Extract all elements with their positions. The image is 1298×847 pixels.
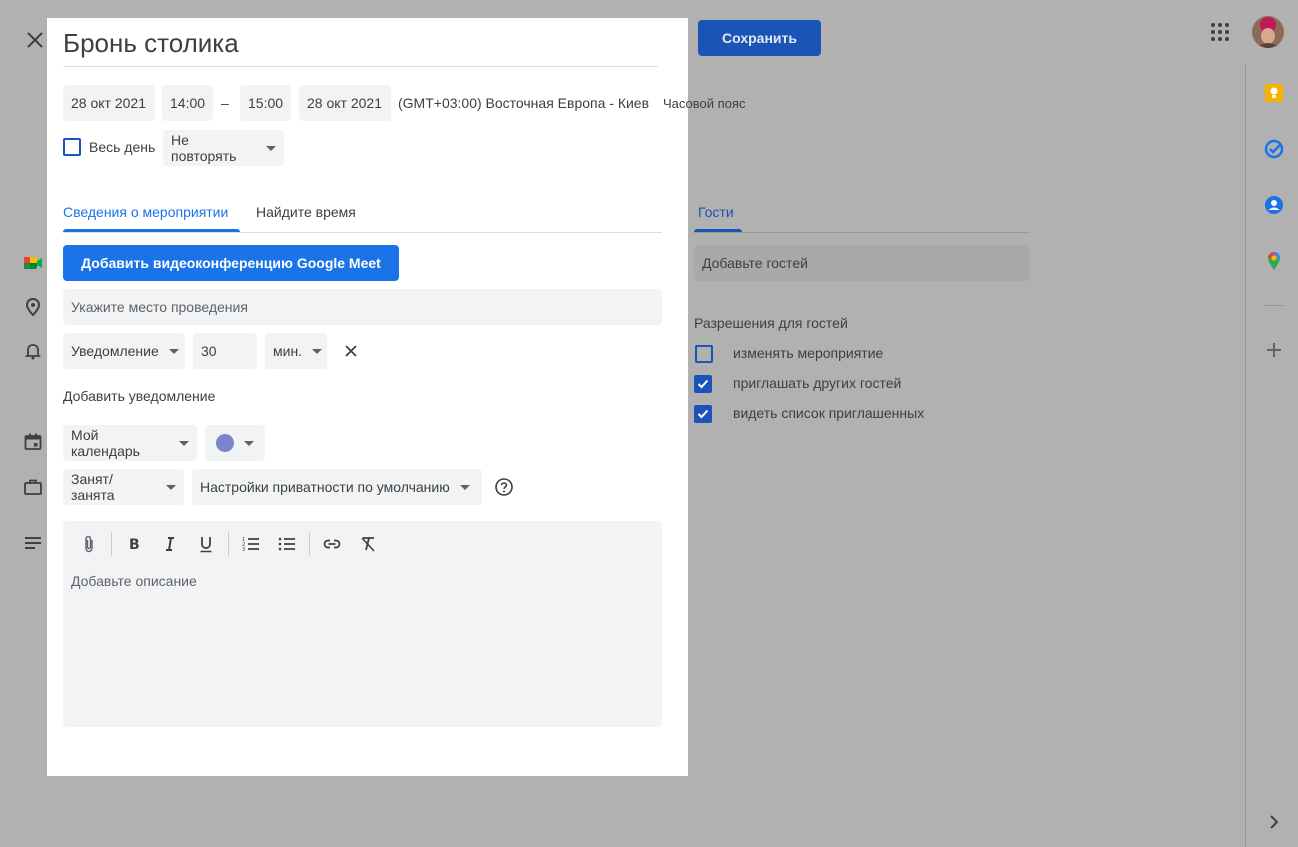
description-icon xyxy=(23,533,43,553)
timezone-label[interactable]: (GMT+03:00) Восточная Европа - Киев xyxy=(398,95,649,111)
permission-invite-checkbox[interactable] xyxy=(694,375,712,393)
remove-notification-icon[interactable] xyxy=(342,342,360,360)
notification-value-input[interactable]: 30 xyxy=(193,333,257,369)
numbered-list-icon[interactable]: 123 xyxy=(241,534,261,554)
location-icon xyxy=(23,297,43,317)
location-input[interactable]: Укажите место проведения xyxy=(63,289,662,325)
privacy-dropdown[interactable]: Настройки приватности по умолчанию xyxy=(192,469,482,505)
notification-bell-icon xyxy=(23,341,43,361)
toolbar-separator xyxy=(228,532,229,556)
calendar-dropdown[interactable]: Мой календарь xyxy=(63,425,197,461)
permission-see-list-checkbox[interactable] xyxy=(694,405,712,423)
calendar-value: Мой календарь xyxy=(71,427,140,459)
bulleted-list-icon[interactable] xyxy=(277,534,297,554)
chevron-down-icon xyxy=(459,484,470,490)
notification-unit-dropdown[interactable]: мин. xyxy=(265,333,327,369)
toolbar-separator xyxy=(309,532,310,556)
clear-formatting-icon[interactable] xyxy=(358,534,378,554)
google-meet-icon xyxy=(23,253,43,273)
busy-status-value: Занят/занята xyxy=(71,471,115,503)
underline-icon[interactable] xyxy=(196,534,216,554)
svg-text:B: B xyxy=(129,537,140,553)
save-button[interactable]: Сохранить xyxy=(698,20,821,56)
link-icon[interactable] xyxy=(322,534,342,554)
tabs-divider xyxy=(63,232,662,233)
permission-label: приглашать других гостей xyxy=(733,375,902,391)
time-range-dash: – xyxy=(221,95,229,111)
chevron-down-icon xyxy=(312,348,323,354)
notification-type-value: Уведомление xyxy=(71,343,159,359)
repeat-value: Не повторять xyxy=(171,132,237,164)
contacts-icon[interactable] xyxy=(1264,195,1284,215)
tab-guests[interactable]: Гости xyxy=(698,204,734,220)
avatar[interactable] xyxy=(1252,16,1284,48)
add-guests-input[interactable]: Добавьте гостей xyxy=(694,245,1030,281)
all-day-label: Весь день xyxy=(89,139,156,155)
event-title-input[interactable]: Бронь столика xyxy=(63,26,658,67)
end-date-field[interactable]: 28 окт 2021 xyxy=(299,85,391,121)
guests-divider xyxy=(694,232,1030,233)
rail-divider xyxy=(1264,305,1284,306)
add-addon-icon[interactable] xyxy=(1264,340,1284,360)
end-time-field[interactable]: 15:00 xyxy=(240,85,291,121)
help-icon[interactable] xyxy=(494,477,514,497)
permission-label: изменять мероприятие xyxy=(733,345,884,361)
add-notification-link[interactable]: Добавить уведомление xyxy=(63,388,215,404)
all-day-checkbox[interactable] xyxy=(63,138,81,156)
calendar-color-dropdown[interactable] xyxy=(205,425,265,461)
guest-permissions-title: Разрешения для гостей xyxy=(694,315,848,331)
start-time-field[interactable]: 14:00 xyxy=(162,85,213,121)
repeat-dropdown[interactable]: Не повторять xyxy=(163,130,284,166)
toolbar-separator xyxy=(111,532,112,556)
chevron-down-icon xyxy=(244,440,254,446)
tasks-icon[interactable] xyxy=(1264,139,1284,159)
start-date-field[interactable]: 28 окт 2021 xyxy=(63,85,155,121)
notification-unit-value: мин. xyxy=(273,343,303,359)
timezone-link[interactable]: Часовой пояс xyxy=(663,96,745,111)
keep-icon[interactable] xyxy=(1264,83,1284,103)
bold-icon[interactable]: B xyxy=(124,534,144,554)
side-panel-divider xyxy=(1245,64,1246,847)
permission-modify-checkbox[interactable] xyxy=(695,345,713,363)
briefcase-icon xyxy=(23,477,43,497)
attachment-icon[interactable] xyxy=(79,534,99,554)
tab-find-time[interactable]: Найдите время xyxy=(256,204,356,220)
apps-grid-icon[interactable] xyxy=(1210,22,1230,42)
chevron-down-icon xyxy=(266,145,276,151)
privacy-value: Настройки приватности по умолчанию xyxy=(200,479,450,495)
italic-icon[interactable] xyxy=(160,534,180,554)
chevron-right-icon[interactable] xyxy=(1264,812,1284,832)
maps-icon[interactable] xyxy=(1264,251,1284,271)
description-placeholder: Добавьте описание xyxy=(71,573,197,589)
chevron-down-icon xyxy=(166,484,176,490)
chevron-down-icon xyxy=(179,440,189,446)
chevron-down-icon xyxy=(168,348,179,354)
busy-status-dropdown[interactable]: Занят/занята xyxy=(63,469,184,505)
svg-text:3: 3 xyxy=(242,547,245,553)
notification-type-dropdown[interactable]: Уведомление xyxy=(63,333,185,369)
calendar-icon xyxy=(23,432,43,452)
permission-label: видеть список приглашенных xyxy=(733,405,925,421)
close-icon[interactable] xyxy=(24,29,46,51)
tab-event-details[interactable]: Сведения о мероприятии xyxy=(63,204,228,220)
add-google-meet-button[interactable]: Добавить видеоконференцию Google Meet xyxy=(63,245,399,281)
color-swatch xyxy=(216,434,234,452)
